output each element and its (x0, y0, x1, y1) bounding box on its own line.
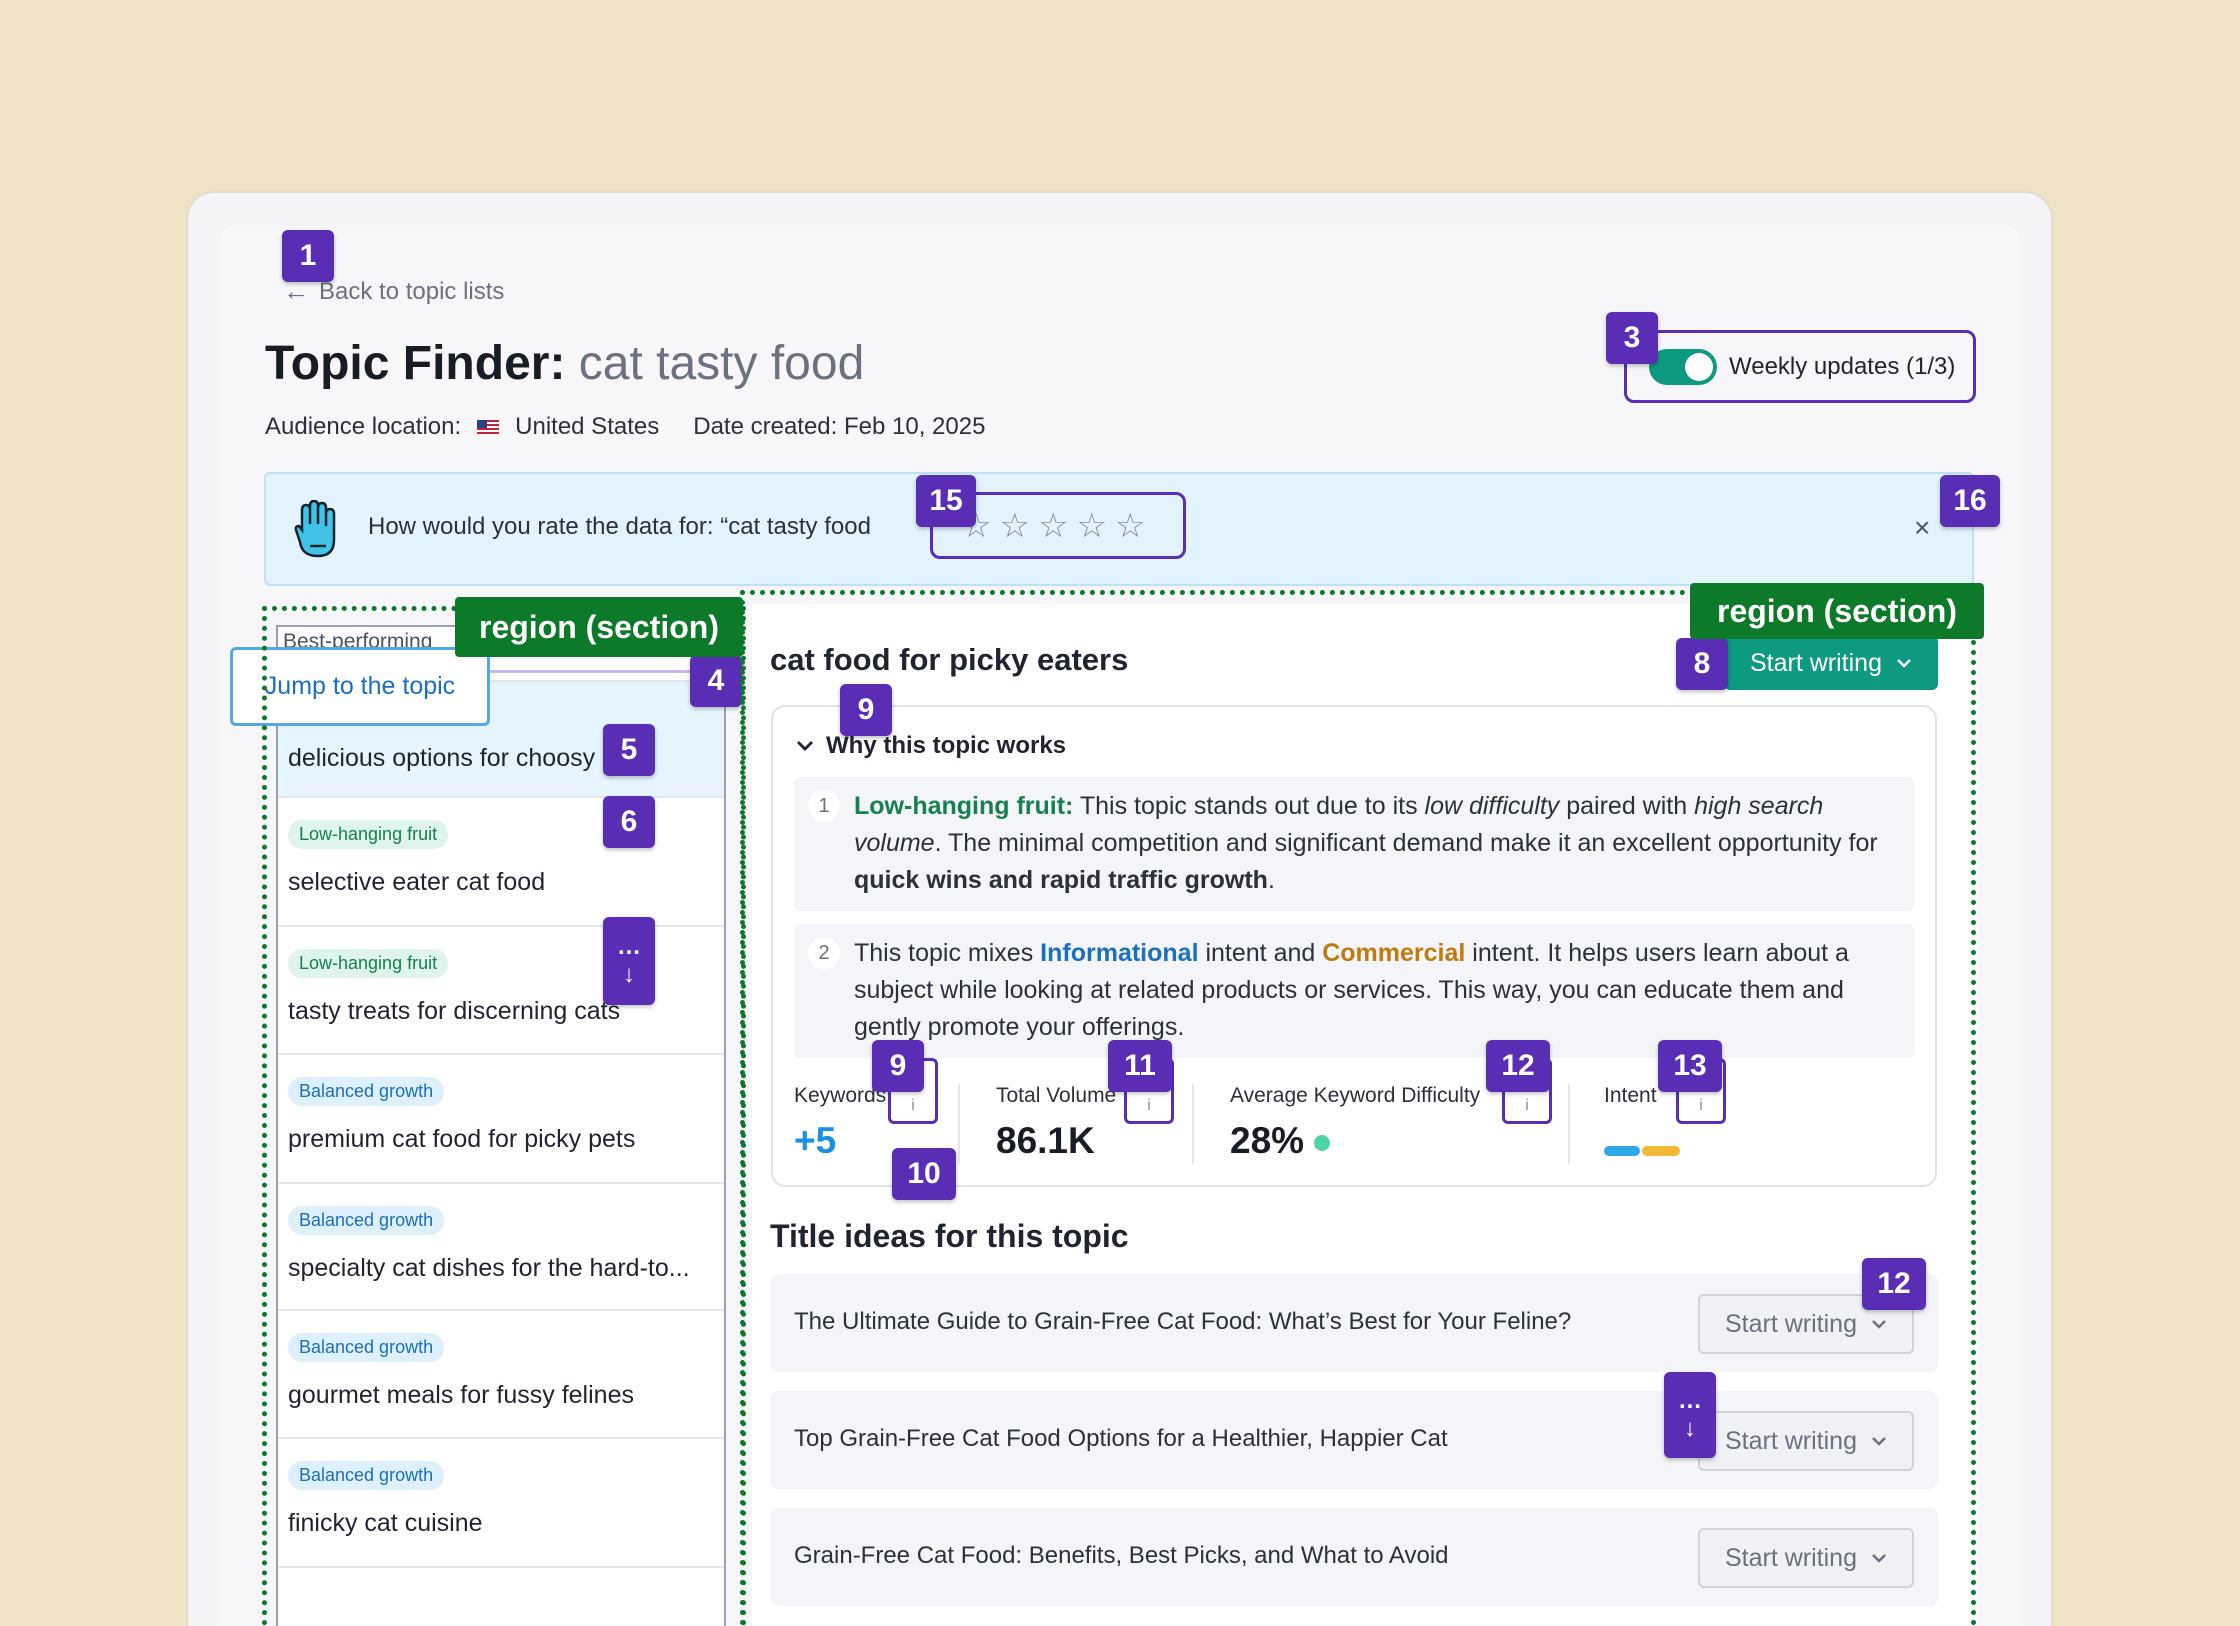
reason-text: This topic mixes Informational intent an… (854, 935, 1894, 1046)
region-label: region (section) (455, 597, 743, 657)
metric-divider (1568, 1084, 1570, 1164)
weekly-updates-toggle[interactable] (1649, 348, 1717, 385)
us-flag-icon (477, 419, 500, 435)
reason-lead: Low-hanging fruit: (854, 792, 1074, 820)
location-label: Audience location: (265, 413, 462, 440)
title-idea-text: The Ultimate Guide to Grain-Free Cat Foo… (794, 1308, 1572, 1335)
annotation-badge: 16 (1940, 475, 2000, 527)
arrow-down-icon: ↓ (1684, 1415, 1696, 1442)
weekly-updates-toggle-group[interactable]: Weekly updates (1/3) (1624, 330, 1976, 403)
reason-fragment: . The minimal competition and significan… (934, 829, 1878, 857)
commercial-intent: Commercial (1322, 939, 1466, 967)
annotation-badge: 1 (282, 230, 334, 282)
title-ideas-heading: Title ideas for this topic (770, 1218, 1129, 1254)
reason-emphasis: low difficulty (1424, 792, 1560, 820)
star-icon[interactable]: ☆ (1115, 509, 1145, 543)
why-this-topic-works-toggle[interactable]: Why this topic works (796, 732, 1066, 760)
scroll-indicator: … ↓ (1664, 1372, 1716, 1458)
annotation-badge: 13 (1658, 1040, 1722, 1092)
informational-segment (1604, 1146, 1640, 1156)
average-keyword-difficulty-value: 28% (1230, 1120, 1305, 1161)
star-icon[interactable]: ☆ (1038, 509, 1068, 543)
chevron-down-icon (1872, 1554, 1886, 1563)
weekly-updates-label: Weekly updates (1/3) (1729, 352, 1956, 380)
rating-prompt: How would you rate the data for: “cat ta… (368, 513, 871, 540)
annotation-badge: 11 (1108, 1040, 1172, 1092)
start-writing-label: Start writing (1725, 1426, 1857, 1455)
reason-strong: quick wins and rapid traffic growth (854, 866, 1268, 894)
annotation-badge: 9 (840, 684, 892, 736)
location-value: United States (515, 413, 660, 440)
average-keyword-difficulty-label: Average Keyword Difficulty (1230, 1084, 1481, 1107)
annotation-badge: 3 (1606, 312, 1658, 364)
more-icon: … (1678, 1387, 1702, 1414)
reason-text: Low-hanging fruit: This topic stands out… (854, 788, 1894, 899)
annotation-badge: 9 (872, 1040, 924, 1092)
reason-fragment: This topic mixes (854, 939, 1041, 967)
left-region-outline (262, 606, 746, 1626)
intent-label: Intent (1604, 1084, 1657, 1107)
metric-divider (958, 1084, 960, 1164)
page-meta: Audience location: United States Date cr… (265, 413, 985, 441)
reason-fragment: paired with (1559, 792, 1695, 820)
title-prefix: Topic Finder: (265, 337, 566, 390)
informational-intent: Informational (1040, 939, 1199, 967)
difficulty-status-icon (1314, 1135, 1331, 1152)
reason-number: 2 (808, 937, 840, 969)
reason-fragment: This topic stands out due to its (1073, 792, 1425, 820)
total-volume-label: Total Volume (996, 1084, 1117, 1107)
chevron-down-icon (1872, 1320, 1886, 1329)
start-writing-label: Start writing (1725, 1543, 1857, 1572)
chevron-down-icon (797, 741, 813, 751)
difficulty-value-group: 28% (1230, 1120, 1331, 1162)
total-volume-value: 86.1K (996, 1120, 1095, 1161)
annotation-badge: 10 (892, 1148, 956, 1200)
title-idea-row: Grain-Free Cat Food: Benefits, Best Pick… (770, 1508, 1938, 1606)
waving-hand-icon (294, 500, 336, 558)
page-title: Topic Finder: cat tasty food (265, 336, 864, 391)
region-label: region (section) (1690, 583, 1984, 639)
title-subject: cat tasty food (578, 337, 865, 390)
back-link-label: Back to topic lists (319, 277, 505, 305)
close-icon[interactable]: × (1914, 512, 1930, 544)
intent-bar (1604, 1146, 1680, 1156)
reason-number: 1 (808, 790, 840, 822)
title-idea-row: The Ultimate Guide to Grain-Free Cat Foo… (770, 1274, 1938, 1372)
title-idea-text: Grain-Free Cat Food: Benefits, Best Pick… (794, 1542, 1449, 1569)
title-idea-row: Top Grain-Free Cat Food Options for a He… (770, 1391, 1938, 1489)
reason-fragment: . (1267, 866, 1275, 894)
title-idea-text: Top Grain-Free Cat Food Options for a He… (794, 1425, 1448, 1452)
start-writing-button[interactable]: Start writing (1698, 1528, 1914, 1588)
reason-fragment: intent and (1198, 939, 1323, 967)
metric-divider (1192, 1084, 1194, 1164)
star-icon[interactable]: ☆ (999, 509, 1029, 543)
why-heading: Why this topic works (826, 732, 1067, 759)
annotation-badge: 12 (1486, 1040, 1550, 1092)
annotation-badge: 12 (1862, 1258, 1926, 1310)
keywords-value[interactable]: +5 (794, 1120, 836, 1162)
commercial-segment (1642, 1146, 1680, 1156)
annotation-badge: 15 (916, 475, 976, 527)
date-created: Date created: Feb 10, 2025 (693, 413, 986, 440)
start-writing-label: Start writing (1725, 1309, 1857, 1338)
start-writing-button[interactable]: Start writing (1698, 1411, 1914, 1471)
chevron-down-icon (1872, 1437, 1886, 1446)
star-icon[interactable]: ☆ (1076, 509, 1106, 543)
